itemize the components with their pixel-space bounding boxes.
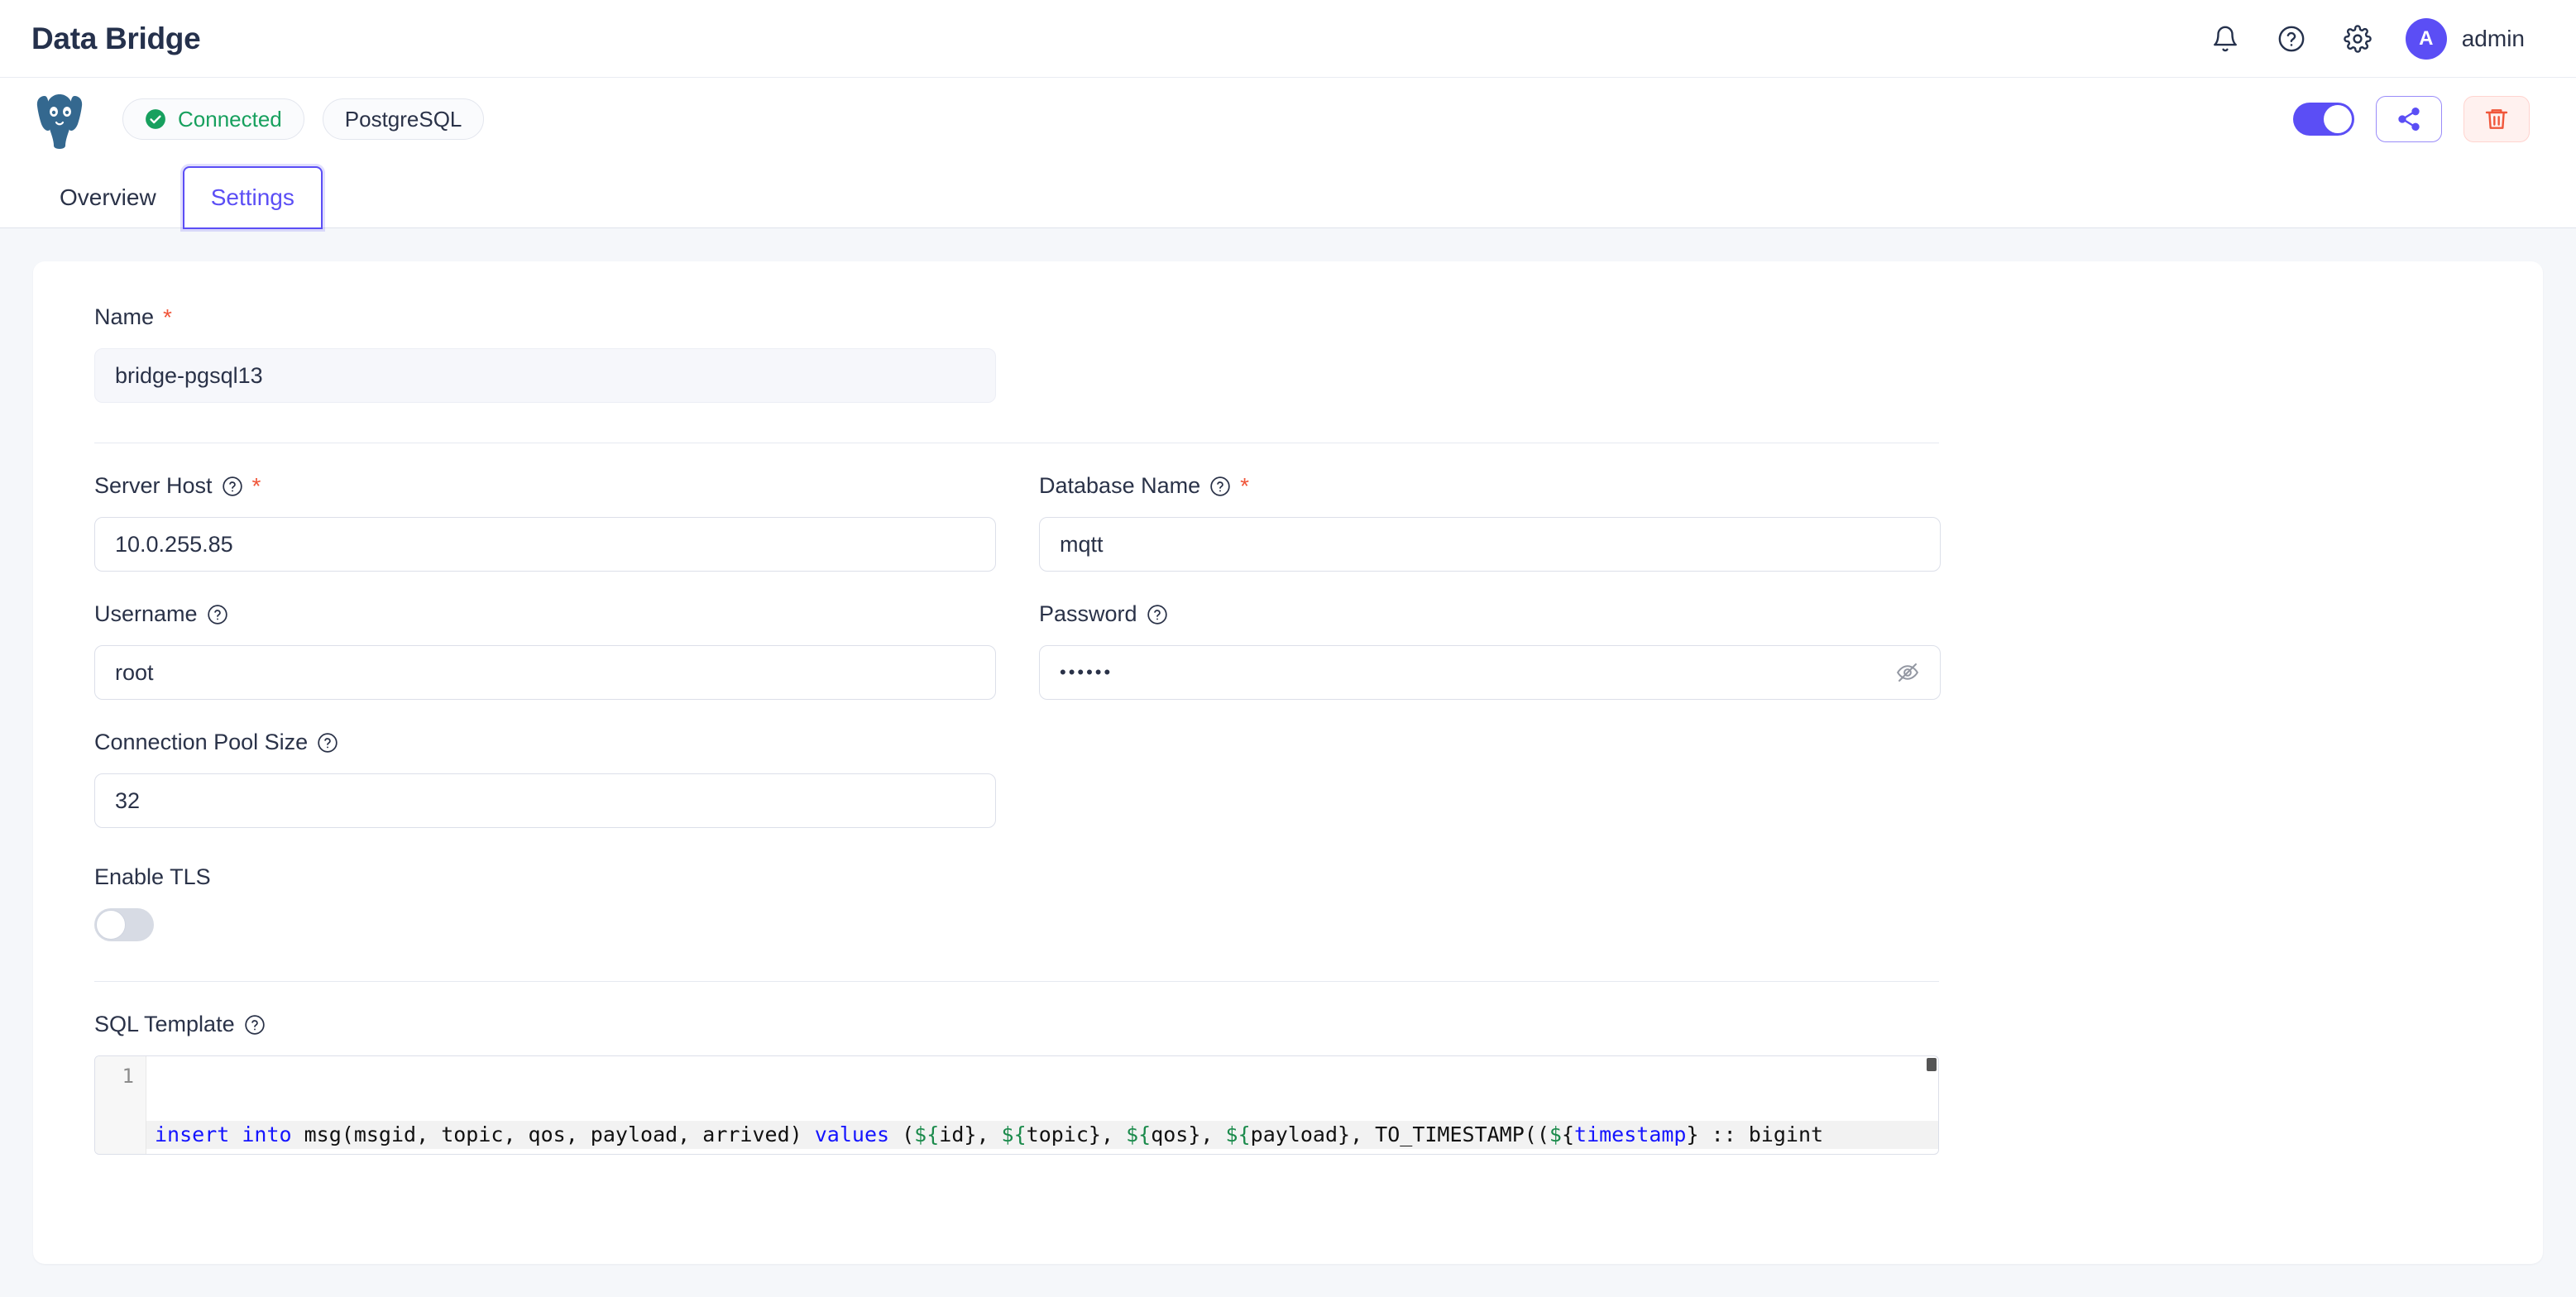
sql-template-label-text: SQL Template (94, 1012, 235, 1036)
help-circle-icon[interactable] (207, 604, 228, 625)
user-menu[interactable]: A admin (2405, 17, 2525, 60)
bridge-type-label: PostgreSQL (344, 106, 462, 132)
username-value: root (115, 659, 154, 685)
sql-columns: msg(msgid, topic, qos, payload, arrived) (291, 1122, 815, 1146)
database-name-label-text: Database Name (1039, 473, 1201, 498)
field-password: Password •••••• (1039, 601, 1941, 700)
gear-icon[interactable] (2339, 21, 2376, 57)
status-badge: Connected (122, 98, 304, 140)
page-body: Name * bridge-pgsql13 Server Host * 10.0… (0, 228, 2576, 1297)
header-actions: A admin (2207, 17, 2525, 60)
help-circle-icon[interactable] (2273, 21, 2310, 57)
pool-size-label: Connection Pool Size (94, 730, 2497, 755)
sql-function-to-timestamp: , TO_TIMESTAMP(( (1350, 1122, 1549, 1146)
field-username: Username root (94, 601, 996, 700)
sql-template-editor[interactable]: 1 insert into msg(msgid, topic, qos, pay… (94, 1055, 1939, 1155)
line-number: 1 (122, 1065, 134, 1088)
editor-scrollbar[interactable] (1927, 1058, 1937, 1071)
help-circle-icon[interactable] (317, 732, 338, 754)
name-label-text: Name (94, 304, 155, 329)
tab-overview[interactable]: Overview (33, 168, 183, 227)
server-host-label-text: Server Host (94, 473, 213, 498)
help-circle-icon[interactable] (222, 476, 243, 497)
sql-keyword-insert: insert into (155, 1122, 292, 1146)
bridge-actions (2293, 96, 2530, 142)
password-value: •••••• (1060, 662, 1113, 682)
sql-placeholder-payload: ${payload} (1225, 1122, 1351, 1146)
tab-bar: Overview Settings (0, 160, 2576, 229)
connection-row-1: Server Host * 10.0.255.85 Database Name (94, 473, 2497, 572)
password-input[interactable]: •••••• (1039, 645, 1941, 700)
server-host-input[interactable]: 10.0.255.85 (94, 517, 996, 572)
tab-settings[interactable]: Settings (182, 166, 323, 229)
sql-sep-1: , (976, 1122, 1002, 1146)
server-host-value: 10.0.255.85 (115, 531, 233, 557)
bridge-info-bar: Connected PostgreSQL (0, 78, 2576, 160)
sql-placeholder-id: ${id} (914, 1122, 977, 1146)
editor-gutter: 1 (95, 1056, 146, 1154)
page-title: Data Bridge (31, 21, 201, 55)
database-name-input[interactable]: mqtt (1039, 517, 1941, 572)
help-circle-icon[interactable] (244, 1014, 266, 1036)
field-server-host: Server Host * 10.0.255.85 (94, 473, 996, 572)
pool-size-label-text: Connection Pool Size (94, 730, 309, 754)
check-circle-icon (146, 109, 165, 129)
settings-card: Name * bridge-pgsql13 Server Host * 10.0… (33, 261, 2543, 1264)
sql-open-paren: ( (889, 1122, 915, 1146)
eye-off-icon[interactable] (1895, 660, 1920, 685)
trash-icon (2485, 109, 2508, 129)
username-label-text: Username (94, 601, 198, 626)
field-sql-template: SQL Template 1 insert into msg(msgid, to… (94, 1012, 2497, 1155)
password-label-text: Password (1039, 601, 1137, 626)
connection-row-2: Username root Password •••••• (94, 601, 2497, 700)
username-input[interactable]: root (94, 645, 996, 700)
delete-button[interactable] (2463, 96, 2530, 142)
field-name: Name * bridge-pgsql13 (94, 304, 2497, 403)
sql-cast-bigint: :: bigint (1698, 1122, 1824, 1146)
required-asterisk: * (251, 472, 261, 499)
enable-bridge-toggle[interactable] (2293, 103, 2354, 136)
name-input-value: bridge-pgsql13 (115, 362, 263, 388)
name-label: Name * (94, 304, 2497, 330)
pool-size-value: 32 (115, 787, 141, 813)
required-asterisk: * (1240, 472, 1250, 499)
sql-placeholder-timestamp: ${timestamp} (1549, 1122, 1699, 1146)
help-circle-icon[interactable] (1147, 604, 1168, 625)
username-label: Username (94, 601, 996, 627)
server-host-label: Server Host * (94, 473, 996, 499)
username-label: admin (2461, 25, 2525, 51)
sql-keyword-values: values (814, 1122, 890, 1146)
postgresql-elephant-logo (33, 89, 86, 150)
sql-sep-2: , (1100, 1122, 1127, 1146)
enable-tls-toggle[interactable] (94, 908, 154, 941)
help-circle-icon[interactable] (1209, 476, 1231, 497)
pool-size-input[interactable]: 32 (94, 773, 996, 828)
required-asterisk: * (163, 304, 172, 330)
editor-code[interactable]: insert into msg(msgid, topic, qos, paylo… (146, 1056, 1938, 1154)
toggle-knob (2324, 105, 2352, 133)
field-enable-tls: Enable TLS (94, 864, 2497, 941)
bridge-type-badge: PostgreSQL (322, 98, 485, 140)
share-button[interactable] (2376, 96, 2442, 142)
avatar: A (2405, 17, 2447, 60)
sql-placeholder-qos: ${qos} (1126, 1122, 1201, 1146)
field-pool-size: Connection Pool Size 32 (94, 730, 2497, 828)
app-header: Data Bridge A admin (0, 0, 2576, 78)
sql-sep-3: , (1200, 1122, 1226, 1146)
bell-icon[interactable] (2207, 21, 2243, 57)
share-icon (2398, 108, 2420, 131)
name-input[interactable]: bridge-pgsql13 (94, 348, 996, 403)
sql-placeholder-topic: ${topic} (1001, 1122, 1101, 1146)
sql-template-label: SQL Template (94, 1012, 2497, 1037)
database-name-label: Database Name * (1039, 473, 1941, 499)
field-database-name: Database Name * mqtt (1039, 473, 1941, 572)
enable-tls-label: Enable TLS (94, 864, 2497, 890)
toggle-knob (96, 910, 126, 940)
status-label: Connected (178, 106, 282, 132)
enable-tls-label-text: Enable TLS (94, 864, 211, 889)
password-label: Password (1039, 601, 1941, 627)
database-name-value: mqtt (1060, 531, 1104, 557)
code-line-1: insert into msg(msgid, topic, qos, paylo… (146, 1121, 1938, 1149)
